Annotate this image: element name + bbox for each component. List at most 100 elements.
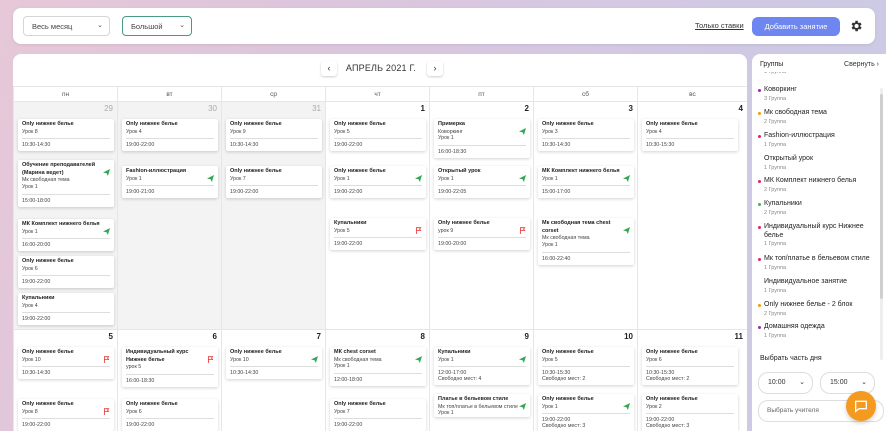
event-title: Only нижнее белье [542, 121, 594, 127]
event-card[interactable]: Примерка Коворкинг Урок 1 16:00-18:30 [434, 119, 530, 159]
day-cell[interactable]: 29 Only нижнее белье Урок 8 10:30-14:30 Обуч… [13, 102, 117, 330]
group-count: 2 Группа [764, 310, 787, 317]
group-item[interactable]: Мк топ/платье в бельевом стиле 1 Группа [758, 255, 879, 272]
event-card[interactable]: МК Комплект нижнего белья Урок 1 15:00-17:… [538, 166, 634, 199]
event-subtitle: Урок 6 [126, 408, 142, 415]
group-name: Мк свободная тема [758, 109, 879, 118]
event-card[interactable]: Only нижнее белье Урок 6 19:00-22:00 [18, 256, 114, 289]
event-card[interactable]: Купальники Урок 5 19:00-22:00 [330, 218, 426, 251]
event-card[interactable]: Мк свободная тема chest corset Мк свободн… [538, 218, 634, 265]
group-item[interactable]: Коворкинг 3 Группа [758, 86, 879, 103]
event-card[interactable]: Only нижнее белье Урок 4 10:30-15:30 [642, 119, 738, 152]
next-month-button[interactable]: › [427, 61, 443, 76]
event-time: 15:00-18:00 [22, 193, 110, 207]
event-card[interactable]: Платье в бельевом стиле Мк топ/платье в б… [434, 394, 530, 418]
period-select[interactable]: Весь месяц ⌄ [23, 16, 110, 36]
day-cell[interactable]: 11 Only нижнее белье Урок 6 10:30-15:30 Своб… [637, 330, 747, 431]
event-card[interactable]: Only нижнее белье Урок 8 19:00-22:00 [18, 399, 114, 431]
gear-icon[interactable] [849, 19, 863, 33]
event-card[interactable]: Only нижнее белье Урок 9 10:30-14:30 [226, 119, 322, 152]
event-card[interactable]: Only нижнее белье Урок 6 10:30-15:30 Свобод… [642, 347, 738, 386]
group-item[interactable]: Индивидуальный курс Нижнее белье 1 Группа [758, 223, 879, 248]
event-card[interactable]: Only нижнее белье Урок 10 10:30-14:30 [18, 347, 114, 380]
event-title: Only нижнее белье [542, 396, 594, 402]
chat-button[interactable] [846, 391, 876, 421]
event-card[interactable]: Only нижнее белье урок 9 19:00-20:00 [434, 218, 530, 251]
event-card[interactable]: Открытый урок Урок 1 19:00-22:05 [434, 166, 530, 199]
send-icon [415, 169, 422, 182]
day-cell[interactable]: 9 Купальники Урок 1 12:00-17:00 Свободно мес… [429, 330, 533, 431]
day-cell[interactable]: 31 Only нижнее белье Урок 9 10:30-14:30 Only… [221, 102, 325, 330]
day-cell[interactable]: 1 Only нижнее белье Урок 5 19:00-22:00 Only … [325, 102, 429, 330]
event-card[interactable]: Only нижнее белье Урок 1 19:00-22:00 [330, 166, 426, 199]
event-subtitle: Мк топ/платье в бельевом стиле [438, 403, 518, 410]
day-cell[interactable]: 7 Only нижнее белье Урок 10 10:30-14:30 [221, 330, 325, 431]
event-time: 10:30-14:30 [230, 138, 318, 151]
event-free-seats: Свободно мест: 2 [542, 376, 586, 383]
event-card[interactable]: Обучение преподавателей (Марина ведет) Мк… [18, 160, 114, 207]
groups-title: Группы [760, 61, 784, 68]
event-card[interactable]: Fashion-иллюстрация Урок 1 19:00-21:00 [122, 166, 218, 199]
event-title: Открытый урок [438, 168, 481, 174]
collapse-button[interactable]: Свернуть › [844, 61, 879, 68]
event-card[interactable]: Only нижнее белье Урок 10 10:30-14:30 [226, 347, 322, 380]
color-dot [758, 135, 761, 138]
day-cell[interactable]: 10 Only нижнее белье Урок 5 10:30-15:30 Своб… [533, 330, 637, 431]
group-item[interactable]: МК Комплект нижнего белья 2 Группа [758, 177, 879, 194]
event-card[interactable]: Индивидуальный курс Нижнее белье урок 5 16… [122, 347, 218, 387]
day-number: 1 [420, 104, 425, 113]
event-title: Only нижнее белье [230, 121, 282, 127]
color-dot [758, 304, 761, 307]
day-cell[interactable]: 6 Индивидуальный курс Нижнее белье урок 5 1… [117, 330, 221, 431]
day-number: 9 [524, 332, 529, 341]
event-subtitle: Урок 10 [22, 356, 41, 363]
time-to-value: 15:00 [830, 379, 848, 386]
group-name-text: Only нижнее белье - 2 блок [764, 301, 853, 308]
event-card[interactable]: Only нижнее белье Урок 2 19:00-22:00 Свобод… [642, 394, 738, 431]
size-select[interactable]: Большой ⌄ [122, 16, 192, 36]
event-card[interactable]: Only нижнее белье Урок 7 19:00-22:00 [330, 399, 426, 431]
weekday-header: вс [637, 86, 747, 102]
group-item[interactable]: Купальники 2 Группа [758, 200, 879, 217]
event-card[interactable]: Купальники Урок 4 19:00-22:00 [18, 293, 114, 326]
add-lesson-button[interactable]: Добавить занятие [752, 17, 840, 36]
time-to-select[interactable]: 15:00 ⌄ [820, 372, 875, 394]
event-card[interactable]: Only нижнее белье Урок 1 19:00-22:00 Свобод… [538, 394, 634, 431]
event-card[interactable]: Only нижнее белье Урок 8 10:30-14:30 [18, 119, 114, 152]
event-time: 19:00-22:00 [542, 413, 630, 423]
group-item[interactable]: Домашняя одежда 1 Группа [758, 323, 879, 340]
day-cell[interactable]: 3 Only нижнее белье Урок 3 10:30-14:30 МК Ко… [533, 102, 637, 330]
event-card[interactable]: МК chest corset Мк свободная тема Урок 1 12… [330, 347, 426, 387]
day-cell[interactable]: 8 МК chest corset Мк свободная тема Урок 1 1… [325, 330, 429, 431]
event-card[interactable]: Only нижнее белье Урок 6 19:00-22:00 [122, 399, 218, 431]
group-item[interactable]: Индивидуальное занятие 1 Группа [761, 278, 879, 295]
group-item[interactable]: Only нижнее белье - 2 блок 2 Группа [758, 301, 879, 318]
event-card[interactable]: МК Комплект нижнего белья Урок 1 16:00-20:… [18, 219, 114, 252]
event-time: 19:00-22:00 [334, 418, 422, 431]
event-card[interactable]: Only нижнее белье Урок 5 19:00-22:00 [330, 119, 426, 152]
group-item[interactable]: Fashion-иллюстрация 1 Группа [758, 132, 879, 149]
day-cell[interactable]: 30 Only нижнее белье Урок 4 19:00-22:00 Fash… [117, 102, 221, 330]
only-rates-link[interactable]: Только ставки [695, 21, 744, 30]
weekday-header: пн [13, 86, 117, 102]
group-item[interactable]: 1 Группа [761, 72, 879, 76]
event-title: Only нижнее белье [22, 349, 74, 355]
event-card[interactable]: Купальники Урок 1 12:00-17:00 Свободно мест… [434, 347, 530, 386]
event-card[interactable]: Only нижнее белье Урок 4 19:00-22:00 [122, 119, 218, 152]
event-card[interactable]: Only нижнее белье Урок 5 10:30-15:30 Свобод… [538, 347, 634, 386]
group-item[interactable]: Открытый урок 1 Группа [761, 155, 879, 172]
day-cell[interactable]: 2 Примерка Коворкинг Урок 1 16:00-18:30 Откры… [429, 102, 533, 330]
day-number: 6 [212, 332, 217, 341]
event-card[interactable]: Only нижнее белье Урок 3 10:30-14:30 [538, 119, 634, 152]
prev-month-button[interactable]: ‹ [321, 61, 337, 76]
day-cell[interactable]: 5 Only нижнее белье Урок 10 10:30-14:30 Only… [13, 330, 117, 431]
color-dot [758, 89, 761, 92]
day-cell[interactable]: 4 Only нижнее белье Урок 4 10:30-15:30 [637, 102, 747, 330]
group-item[interactable]: Мк свободная тема 2 Группа [758, 109, 879, 126]
time-from-select[interactable]: 10:00 ⌄ [758, 372, 813, 394]
event-card[interactable]: Only нижнее белье Урок 7 19:00-22:00 [226, 166, 322, 199]
color-dot [758, 326, 761, 329]
event-time: 10:30-15:30 [542, 366, 630, 376]
scrollbar[interactable] [880, 88, 883, 360]
event-title: Only нижнее белье [126, 401, 178, 407]
